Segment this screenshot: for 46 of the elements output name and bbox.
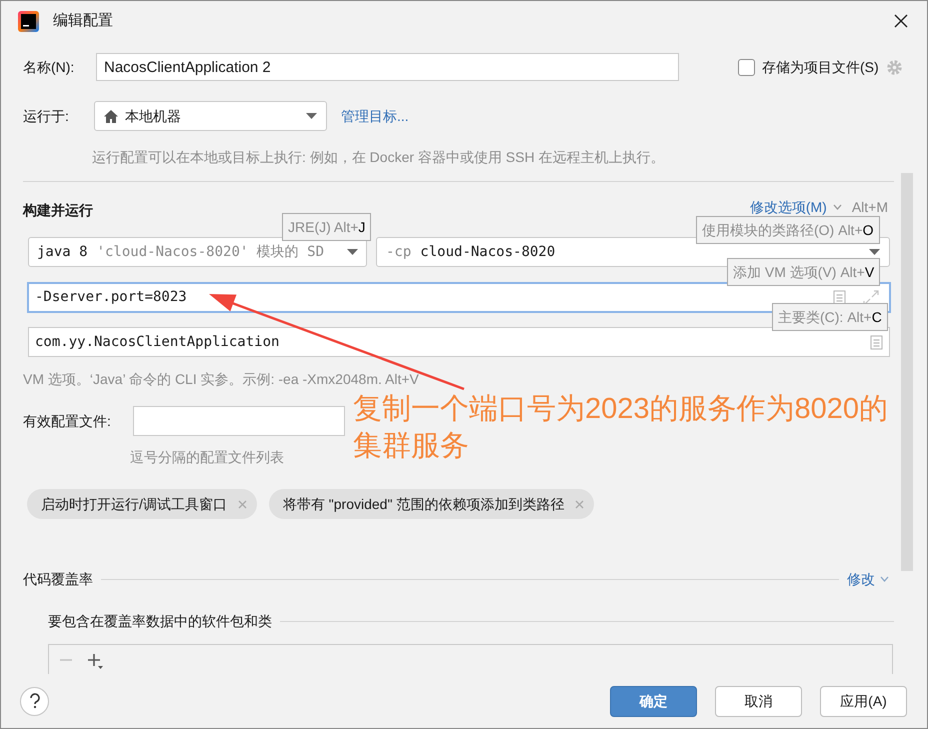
scrollbar[interactable] bbox=[901, 173, 913, 571]
shortcut-tooltip: 主要类(C): Alt+C bbox=[772, 303, 888, 331]
document-icon bbox=[870, 334, 883, 350]
shortcut-tooltip: JRE(J) Alt+J bbox=[282, 213, 372, 241]
field-label: 名称(N): bbox=[23, 58, 76, 77]
field-label: 有效配置文件: bbox=[23, 412, 112, 430]
main-class-field[interactable]: com.yy.NacosClientApplication bbox=[28, 327, 890, 357]
close-icon[interactable] bbox=[893, 13, 909, 29]
checkbox[interactable] bbox=[738, 58, 755, 76]
target-dropdown[interactable]: 本地机器 bbox=[94, 101, 327, 131]
profiles-field[interactable] bbox=[133, 406, 345, 436]
caret-icon bbox=[869, 249, 880, 255]
manage-targets-link[interactable]: 管理目标... bbox=[341, 106, 409, 126]
help-button[interactable] bbox=[20, 686, 49, 716]
checkbox-label: 存储为项目文件(S) bbox=[762, 58, 879, 77]
hint-text: 运行配置可以在本地或目标上执行: 例如，在 Docker 容器中或使用 SSH 在远程主机上执行。 bbox=[91, 148, 666, 167]
chevron-icon bbox=[832, 204, 842, 210]
settings-icon[interactable] bbox=[886, 58, 903, 76]
document-icon bbox=[833, 290, 846, 305]
annotation-text: 复制一个端口号为2023的服务作为8020的 集群服务 bbox=[353, 392, 888, 464]
dialog-button[interactable]: 应用(A) bbox=[820, 686, 907, 716]
dialog-button[interactable]: 确定 bbox=[610, 686, 697, 716]
caret-icon bbox=[347, 249, 358, 255]
window-title: 编辑配置 bbox=[53, 10, 113, 31]
field-label: 运行于: bbox=[23, 106, 70, 126]
section-title: 代码覆盖率 bbox=[23, 570, 93, 588]
shortcut-text: Alt+M bbox=[852, 199, 888, 215]
home-icon bbox=[104, 110, 118, 122]
jre-dropdown[interactable]: java 8 'cloud-Nacos-8020' 模块的 SD bbox=[28, 237, 367, 267]
shortcut-tooltip: 使用模块的类路径(O) Alt+O bbox=[696, 216, 880, 244]
app-logo-icon bbox=[18, 10, 39, 32]
option-tag[interactable]: 启动时打开运行/调试工具窗口 bbox=[27, 489, 257, 519]
option-tag[interactable]: 将带有 "provided" 范围的依赖项添加到类路径 bbox=[268, 489, 594, 519]
hint-text: VM 选项。‘Java’ 命令的 CLI 实参。示例: -ea -Xmx2048m. Alt+V bbox=[23, 370, 420, 389]
shortcut-tooltip: 添加 VM 选项(V) Alt+V bbox=[727, 258, 880, 286]
plus-icon[interactable] bbox=[87, 651, 103, 669]
modify-options-link[interactable]: 修改选项(M) bbox=[750, 199, 842, 215]
subsection-title: 要包含在覆盖率数据中的软件包和类 bbox=[48, 612, 272, 630]
hint-text: 逗号分隔的配置文件列表 bbox=[129, 448, 285, 467]
modify-link[interactable]: 修改 bbox=[847, 568, 889, 590]
dialog-button[interactable]: 取消 bbox=[715, 686, 802, 716]
caret-icon bbox=[306, 113, 317, 119]
chevron-icon bbox=[880, 576, 889, 582]
name-field[interactable]: NacosClientApplication 2 bbox=[96, 53, 679, 81]
question-mark-icon bbox=[28, 693, 40, 709]
section-title: 构建并运行 bbox=[23, 200, 93, 220]
